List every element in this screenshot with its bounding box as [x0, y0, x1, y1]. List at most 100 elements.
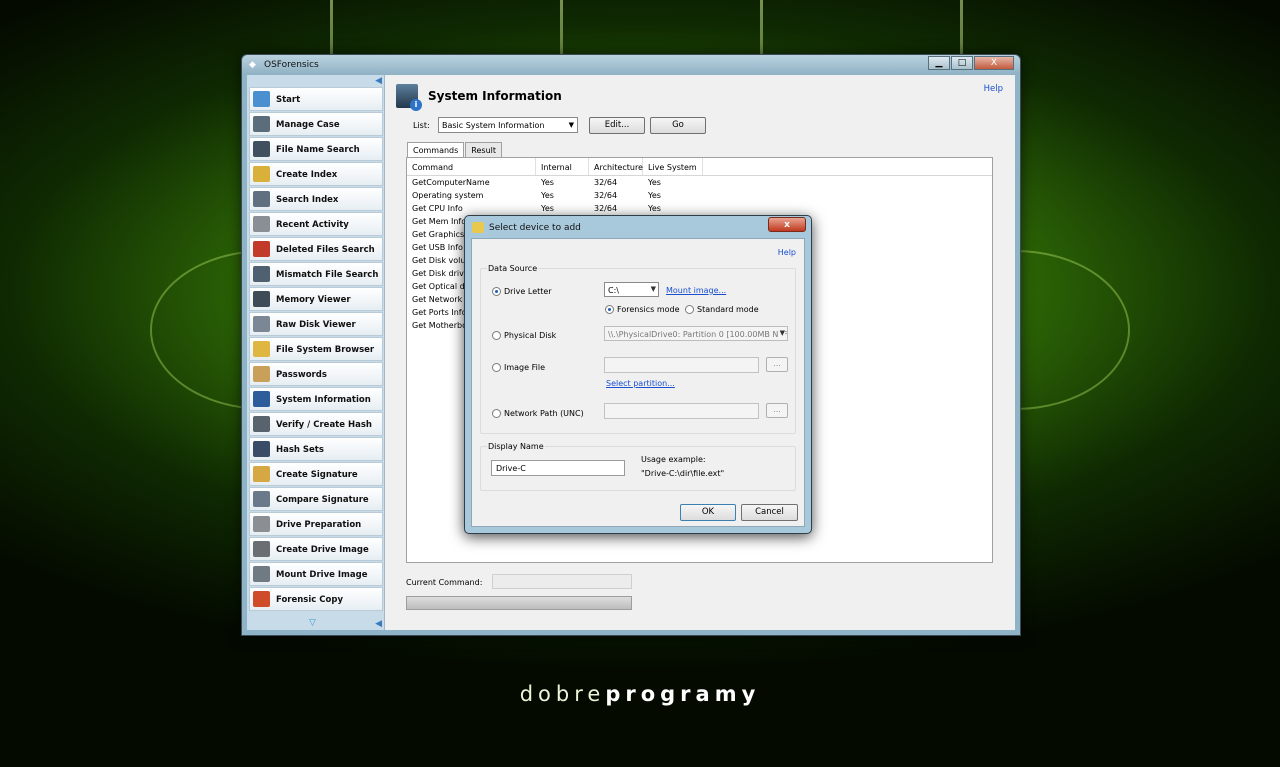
sidebar-item-manage-case[interactable]: Manage Case [249, 112, 383, 136]
current-command-field [492, 574, 632, 589]
sidebar-item-start[interactable]: Start [249, 87, 383, 111]
sidebar-item-drive-preparation[interactable]: Drive Preparation [249, 512, 383, 536]
ok-button[interactable]: OK [680, 504, 736, 521]
compare-icon [253, 491, 270, 507]
deleted-file-icon [253, 241, 270, 257]
sidebar-item-label: Manage Case [276, 120, 340, 130]
window-titlebar[interactable]: ◆ OSForensics ▁ □ X [242, 55, 1020, 75]
forensics-mode-radio[interactable] [605, 305, 614, 314]
sidebar-item-forensic-copy[interactable]: Forensic Copy [249, 587, 383, 611]
sidebar-item-label: Start [276, 95, 301, 105]
logo-part-programy: programy [605, 682, 761, 706]
network-path-field[interactable] [604, 403, 759, 419]
sidebar-item-passwords[interactable]: Passwords [249, 362, 383, 386]
sidebar-item-label: Verify / Create Hash [276, 420, 372, 430]
sidebar-item-label: Recent Activity [276, 220, 349, 230]
table-cell: Yes [648, 178, 661, 187]
column-header-internal[interactable]: Internal [536, 158, 589, 175]
sidebar-item-memory-viewer[interactable]: Memory Viewer [249, 287, 383, 311]
network-path-radio[interactable] [492, 409, 501, 418]
drive-letter-radio[interactable] [492, 287, 501, 296]
drive-letter-select[interactable]: C:\ ▼ [604, 282, 659, 297]
sidebar-item-label: Mismatch File Search [276, 270, 379, 280]
sidebar-item-label: Deleted Files Search [276, 245, 375, 255]
table-cell: GetComputerName [412, 178, 490, 187]
sidebar-item-label: Memory Viewer [276, 295, 351, 305]
select-partition-link[interactable]: Select partition... [606, 379, 675, 388]
table-row[interactable]: Get CPU Info Yes 32/64 Yes [407, 202, 992, 215]
sidebar-item-system-information[interactable]: System Information [249, 387, 383, 411]
sidebar-item-search-index[interactable]: Search Index [249, 187, 383, 211]
sidebar-item-label: Compare Signature [276, 495, 369, 505]
physical-disk-label: Physical Disk [504, 331, 557, 340]
dialog-help-link[interactable]: Help [778, 248, 796, 257]
help-link[interactable]: Help [984, 84, 1003, 94]
column-header-architecture[interactable]: Architecture [589, 158, 643, 175]
sidebar-item-raw-disk-viewer[interactable]: Raw Disk Viewer [249, 312, 383, 336]
sidebar-item-file-system-browser[interactable]: File System Browser [249, 337, 383, 361]
sidebar-item-label: Create Drive Image [276, 545, 369, 555]
table-cell: Yes [541, 191, 554, 200]
sidebar-item-mismatch-file-search[interactable]: Mismatch File Search [249, 262, 383, 286]
forensics-mode-label: Forensics mode [617, 305, 680, 314]
usage-example-text: "Drive-C:\dir\file.ext" [641, 469, 725, 478]
table-cell: 32/64 [594, 204, 618, 213]
sidebar-item-create-signature[interactable]: Create Signature [249, 462, 383, 486]
sidebar-item-recent-activity[interactable]: Recent Activity [249, 212, 383, 236]
sidebar-item-compare-signature[interactable]: Compare Signature [249, 487, 383, 511]
signature-icon [253, 466, 270, 482]
sidebar-list: Start Manage Case File Name Search Create I… [247, 87, 384, 611]
list-select[interactable]: Basic System Information ▼ [438, 117, 578, 133]
column-header-command[interactable]: Command [407, 158, 536, 175]
sidebar-item-hash-sets[interactable]: Hash Sets [249, 437, 383, 461]
collapse-sidebar-bottom-icon[interactable]: ◀ [375, 619, 382, 629]
mount-icon [253, 566, 270, 582]
image-file-browse-button[interactable]: ... [766, 357, 788, 372]
sidebar-item-file-name-search[interactable]: File Name Search [249, 137, 383, 161]
table-row[interactable]: GetComputerName Yes 32/64 Yes [407, 176, 992, 189]
display-name-group: Display Name Drive-C Usage example: "Dri… [480, 442, 796, 491]
close-button[interactable]: X [974, 56, 1014, 70]
dialog-close-button[interactable]: x [768, 217, 806, 232]
dialog-title: Select device to add [489, 223, 581, 233]
table-row[interactable]: Operating system Yes 32/64 Yes [407, 189, 992, 202]
progress-bar [406, 596, 632, 610]
mount-image-link[interactable]: Mount image... [666, 286, 726, 295]
cancel-button[interactable]: Cancel [741, 504, 798, 521]
list-select-value: Basic System Information [442, 121, 545, 130]
standard-mode-radio[interactable] [685, 305, 694, 314]
usage-example-label: Usage example: [641, 455, 706, 464]
image-file-field[interactable] [604, 357, 759, 373]
drive-prep-icon [253, 516, 270, 532]
network-path-browse-button[interactable]: ... [766, 403, 788, 418]
image-file-radio[interactable] [492, 363, 501, 372]
minimize-button[interactable]: ▁ [928, 56, 950, 70]
tab-commands[interactable]: Commands [407, 142, 465, 158]
collapse-sidebar-icon[interactable]: ◀ [375, 76, 382, 86]
column-header-live-system[interactable]: Live System [643, 158, 703, 175]
sidebar-item-create-index[interactable]: Create Index [249, 162, 383, 186]
table-cell: Yes [541, 204, 554, 213]
go-button[interactable]: Go [650, 117, 706, 134]
system-info-icon [253, 391, 270, 407]
magnifier-icon [253, 191, 270, 207]
display-name-input[interactable]: Drive-C [491, 460, 625, 476]
sidebar-item-create-drive-image[interactable]: Create Drive Image [249, 537, 383, 561]
physical-disk-value: \\.\PhysicalDrive0: Partition 0 [100.00M… [608, 330, 788, 339]
copy-icon [253, 591, 270, 607]
scroll-down-icon[interactable]: ▽ [309, 618, 316, 628]
table-cell: Yes [648, 204, 661, 213]
sidebar-item-verify-create-hash[interactable]: Verify / Create Hash [249, 412, 383, 436]
sidebar-item-deleted-files-search[interactable]: Deleted Files Search [249, 237, 383, 261]
sidebar-item-label: Passwords [276, 370, 327, 380]
tab-result[interactable]: Result [465, 142, 503, 157]
physical-disk-radio[interactable] [492, 331, 501, 340]
disk-icon [253, 316, 270, 332]
drive-letter-value: C:\ [608, 286, 619, 295]
physical-disk-select[interactable]: \\.\PhysicalDrive0: Partition 0 [100.00M… [604, 326, 788, 341]
maximize-button[interactable]: □ [951, 56, 973, 70]
chevron-down-icon: ▼ [777, 329, 785, 337]
display-name-label: Display Name [487, 442, 545, 451]
sidebar-item-mount-drive-image[interactable]: Mount Drive Image [249, 562, 383, 586]
edit-button[interactable]: Edit... [589, 117, 645, 134]
